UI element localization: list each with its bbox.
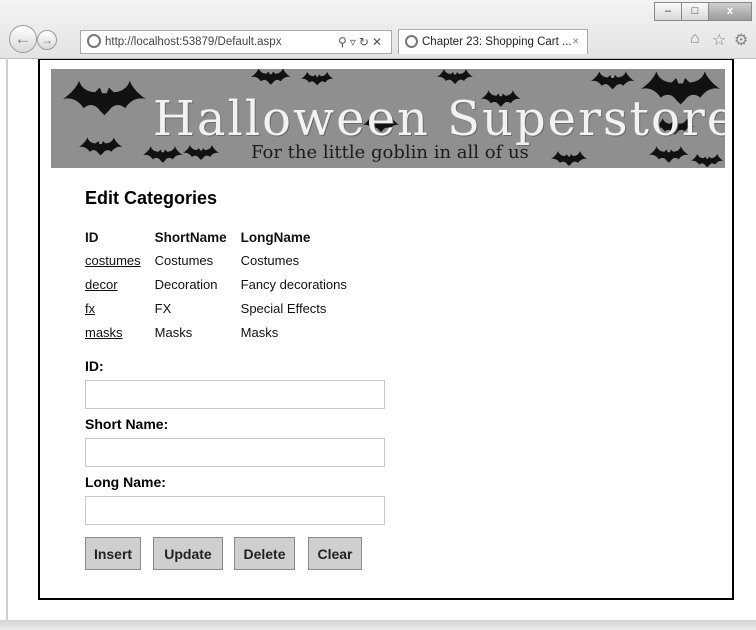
short-name-cell: Masks xyxy=(154,324,193,340)
short-name-cell: FX xyxy=(154,300,172,316)
settings-icon[interactable]: ⚙ xyxy=(734,30,748,50)
window-frame-bottom xyxy=(0,620,756,630)
id-cell: decor xyxy=(83,272,153,296)
categories-table: ID ShortName LongName costumes Costumes … xyxy=(83,226,359,344)
long-name-cell: Fancy decorations xyxy=(240,276,347,292)
category-id-link[interactable]: decor xyxy=(85,277,118,292)
refresh-icon[interactable]: ↻ xyxy=(359,35,372,49)
back-icon: ← xyxy=(14,29,32,48)
table-header-row: ID ShortName LongName xyxy=(83,226,359,248)
table-row: costumes Costumes Costumes xyxy=(83,248,359,272)
tab-title: Chapter 23: Shopping Cart ... xyxy=(422,36,572,48)
ie-logo-icon xyxy=(87,34,101,48)
id-input[interactable] xyxy=(85,380,385,409)
forward-icon: → xyxy=(41,33,53,47)
home-icon[interactable]: ⌂ xyxy=(690,30,700,48)
tab-ie-icon xyxy=(405,35,418,48)
short-name-label: Short Name: xyxy=(85,416,169,432)
column-header: ShortName xyxy=(154,229,227,245)
update-button[interactable]: Update xyxy=(153,537,223,570)
id-cell: masks xyxy=(83,320,153,344)
page-title: Edit Categories xyxy=(85,188,218,208)
browser-tab[interactable]: Chapter 23: Shopping Cart ... × xyxy=(398,29,588,54)
back-button[interactable]: ← xyxy=(9,25,37,53)
column-header: LongName xyxy=(240,229,311,245)
insert-button[interactable]: Insert xyxy=(85,537,141,570)
id-label: ID: xyxy=(85,358,104,374)
long-name-cell: Costumes xyxy=(240,252,300,268)
window-frame-left xyxy=(6,58,8,620)
clear-button[interactable]: Clear xyxy=(308,537,362,570)
favorites-icon[interactable]: ☆ xyxy=(712,30,726,50)
minimize-button[interactable]: – xyxy=(654,2,682,21)
stop-icon[interactable]: ✕ xyxy=(372,35,385,49)
short-name-input[interactable] xyxy=(85,438,385,467)
id-cell: costumes xyxy=(83,248,153,272)
search-icon[interactable]: ⚲ xyxy=(338,35,350,49)
table-row: masks Masks Masks xyxy=(83,320,359,344)
address-tools: ⚲▿↻✕ xyxy=(338,31,385,53)
compat-icon[interactable]: ▿ xyxy=(350,35,359,49)
long-name-input[interactable] xyxy=(85,496,385,525)
long-name-label: Long Name: xyxy=(85,474,166,490)
tab-close-icon[interactable]: × xyxy=(572,30,579,54)
category-id-link[interactable]: fx xyxy=(85,301,95,316)
table-row: fx FX Special Effects xyxy=(83,296,359,320)
banner-tagline: For the little goblin in all of us xyxy=(251,142,529,163)
long-name-cell: Special Effects xyxy=(240,300,327,316)
window-controls: – □ x xyxy=(654,2,752,21)
table-row: decor Decoration Fancy decorations xyxy=(83,272,359,296)
delete-button[interactable]: Delete xyxy=(234,537,295,570)
close-window-button[interactable]: x xyxy=(708,2,752,21)
address-url: http://localhost:53879/Default.aspx xyxy=(105,36,282,48)
maximize-button[interactable]: □ xyxy=(681,2,709,21)
category-id-link[interactable]: costumes xyxy=(85,253,141,268)
forward-button[interactable]: → xyxy=(37,30,57,50)
banner: Halloween Superstore For the little gobl… xyxy=(51,69,725,168)
long-name-cell: Masks xyxy=(240,324,279,340)
page-container: Halloween Superstore For the little gobl… xyxy=(38,59,734,600)
category-id-link[interactable]: masks xyxy=(85,325,123,340)
short-name-cell: Costumes xyxy=(154,252,214,268)
id-cell: fx xyxy=(83,296,153,320)
address-bar[interactable]: http://localhost:53879/Default.aspx ⚲▿↻✕ xyxy=(80,30,392,54)
column-header: ID xyxy=(85,229,99,245)
banner-title: Halloween Superstore xyxy=(153,91,725,147)
short-name-cell: Decoration xyxy=(154,276,218,292)
browser-chrome: – □ x ← → http://localhost:53879/Default… xyxy=(0,0,756,59)
